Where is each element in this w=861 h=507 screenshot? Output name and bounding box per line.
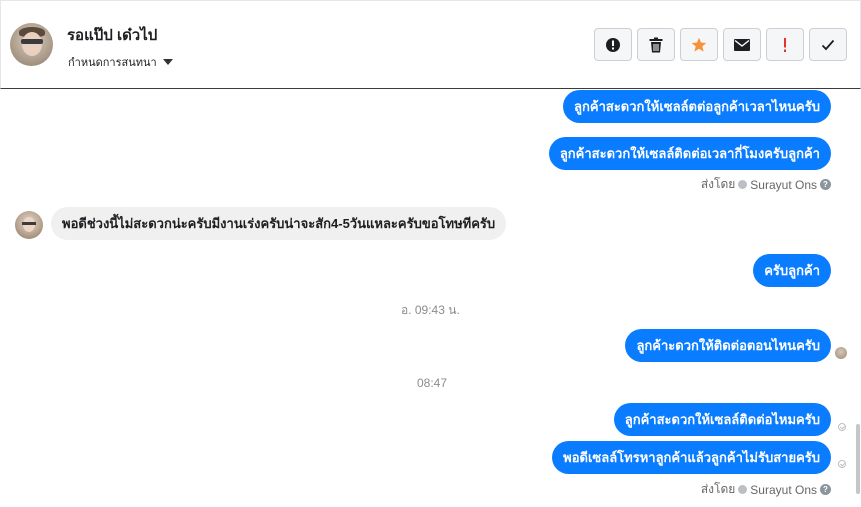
help-icon[interactable]: ? [820,179,831,190]
verified-dot-icon [738,485,748,494]
verified-dot-icon [738,180,748,189]
seen-avatar-icon [835,347,847,359]
caret-down-icon [162,59,173,65]
delete-button[interactable] [637,28,675,61]
timestamp: 08:47 [417,376,448,390]
exclamation-circle-icon [606,37,620,52]
assign-conversation-label: กำหนดการสนทนา [68,57,157,69]
sent-by-name[interactable]: Surayut Ons [750,483,817,497]
envelope-icon [734,38,750,51]
trash-icon [649,37,663,52]
help-icon[interactable]: ? [820,484,831,495]
sent-check-icon [838,460,846,468]
report-button[interactable] [594,28,632,61]
messenger-window: รอแป๊ป เด๋วไป กำหนดการสนทนา ลูกค้าสะดวกใ… [0,0,861,507]
sent-by-label: ส่งโดย Surayut Ons ? [701,480,831,499]
done-button[interactable] [809,28,847,61]
conversation-header: รอแป๊ป เด๋วไป กำหนดการสนทนา [0,0,861,89]
message-thread: ลูกค้าสะดวกให้เซลล์ตต่อลูกค้าเวลาไหนครับ… [0,89,861,507]
outgoing-message[interactable]: ลูกค้าะดวกให้ติดต่อตอนไหนครับ [625,329,831,362]
star-button[interactable] [680,28,718,61]
email-button[interactable] [723,28,761,61]
star-icon [691,37,707,52]
assign-conversation-dropdown[interactable]: กำหนดการสนทนา [68,53,173,71]
outgoing-message[interactable]: พอดีเซลล์โทรหาลูกค้าแล้วลูกค้าไม่รับสายค… [552,441,831,474]
contact-avatar-small[interactable] [15,211,43,239]
sent-by-prefix: ส่งโดย [700,482,736,496]
sent-check-icon [838,423,846,431]
sent-by-label: ส่งโดย Surayut Ons ? [701,175,831,194]
exclamation-icon [784,37,786,52]
contact-name[interactable]: รอแป๊ป เด๋วไป [67,23,157,47]
outgoing-message[interactable]: ครับลูกค้า [753,254,831,287]
conversation-toolbar [594,28,847,61]
scrollbar[interactable] [856,424,860,494]
check-icon [821,39,835,50]
outgoing-message[interactable]: ลูกค้าสะดวกให้เซลล์ติดต่อไหมครับ [613,403,831,436]
sent-by-name[interactable]: Surayut Ons [750,178,817,192]
spam-button[interactable] [766,28,804,61]
sent-by-prefix: ส่งโดย [700,177,736,191]
outgoing-message[interactable]: ลูกค้าสะดวกให้เซลล์ตต่อลูกค้าเวลาไหนครับ [563,90,831,123]
timestamp: อ. 09:43 น. [401,303,460,317]
contact-avatar[interactable] [10,23,53,66]
outgoing-message[interactable]: ลูกค้าสะดวกให้เซลล์ติดต่อเวลากี่โมงครับล… [548,137,831,170]
incoming-message[interactable]: พอดีช่วงนี้ไม่สะดวกน่ะครับมีงานเร่งครับน… [51,207,507,240]
